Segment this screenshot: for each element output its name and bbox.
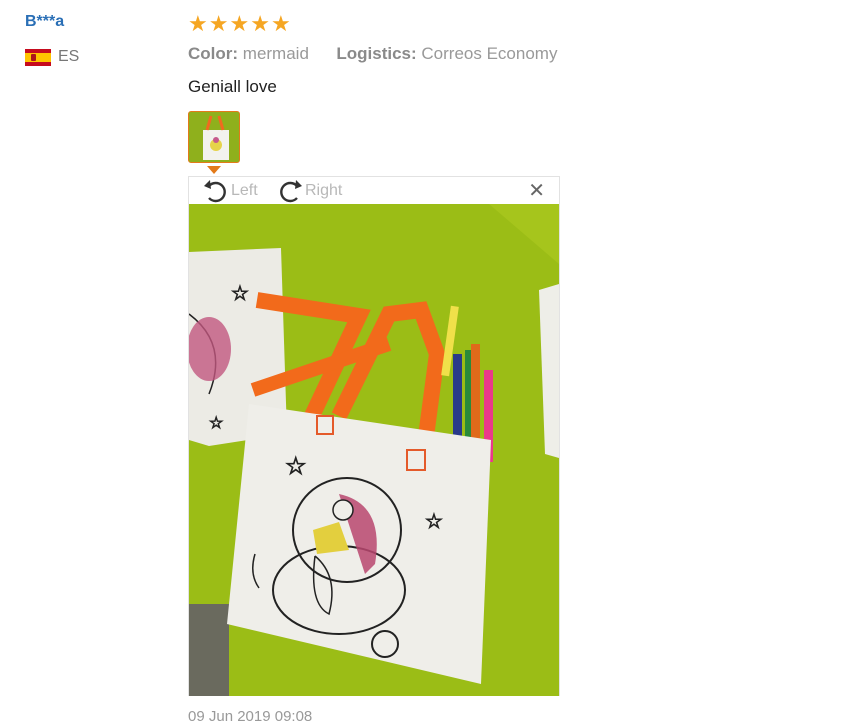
svg-text:☆: ☆ bbox=[231, 283, 249, 305]
star-icon: ★ bbox=[250, 11, 270, 36]
review-meta: Color: mermaid Logistics: Correos Econom… bbox=[188, 44, 557, 64]
reviewer-name: B***a bbox=[25, 13, 65, 30]
thumbnail-pointer bbox=[207, 166, 221, 174]
star-rating: ★ ★ ★ ★ ★ bbox=[188, 13, 291, 35]
review-photo: ☆ ☆ ☆ ☆ bbox=[189, 204, 559, 696]
viewer-toolbar: Left Right ✕ bbox=[189, 177, 559, 204]
star-icon: ★ bbox=[208, 11, 229, 36]
photo-viewer: Left Right ✕ ☆ ☆ ☆ ☆ bbox=[188, 176, 560, 696]
rotate-left-icon bbox=[204, 180, 226, 203]
review-photo-thumbnail[interactable] bbox=[188, 111, 240, 163]
star-icon: ★ bbox=[270, 11, 291, 36]
color-label: Color: bbox=[188, 44, 239, 63]
rotate-left-label: Left bbox=[231, 182, 258, 199]
review-date: 09 Jun 2019 09:08 bbox=[188, 708, 313, 725]
svg-text:☆: ☆ bbox=[285, 453, 307, 480]
star-icon: ★ bbox=[229, 11, 250, 36]
spain-flag-icon bbox=[25, 48, 51, 66]
rotate-right-button[interactable]: Right bbox=[275, 177, 342, 205]
star-icon: ★ bbox=[188, 11, 208, 36]
logistics-label: Logistics: bbox=[336, 44, 417, 63]
logistics-value: Correos Economy bbox=[421, 44, 558, 63]
color-value: mermaid bbox=[242, 44, 309, 63]
review-text: Geniall love bbox=[188, 77, 277, 96]
rotate-right-label: Right bbox=[305, 182, 343, 199]
svg-text:☆: ☆ bbox=[425, 511, 443, 533]
svg-text:☆: ☆ bbox=[209, 415, 223, 432]
rotate-left-button[interactable]: Left bbox=[201, 177, 258, 205]
rotate-right-icon bbox=[280, 180, 302, 203]
reviewer-country: ES bbox=[25, 48, 79, 66]
country-code: ES bbox=[58, 48, 80, 65]
close-icon[interactable]: ✕ bbox=[528, 181, 545, 201]
